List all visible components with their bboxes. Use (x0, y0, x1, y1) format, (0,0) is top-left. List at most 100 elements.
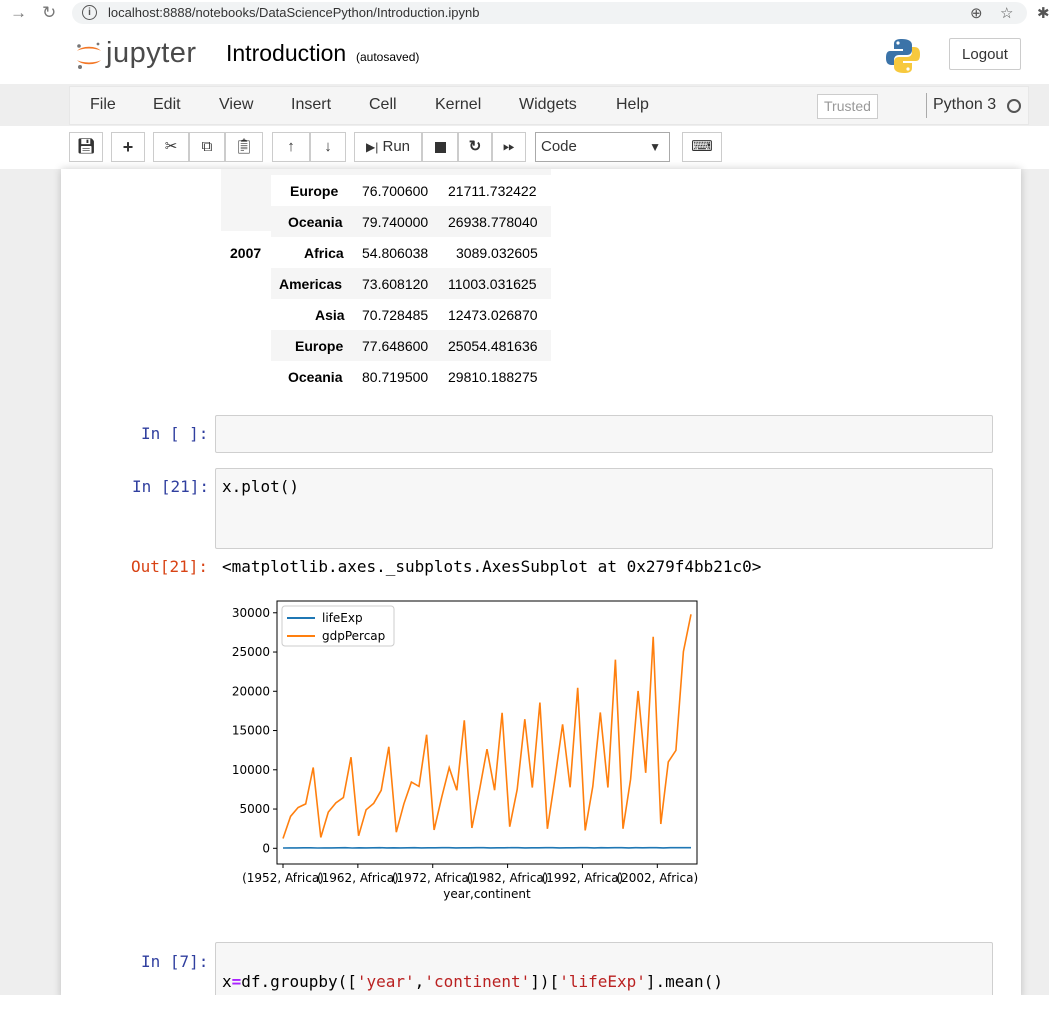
row-lifeexp: 70.728485 (362, 307, 429, 323)
cell-prompt: In [ ]: (141, 424, 209, 443)
bookmark-star-icon[interactable]: ☆ (1000, 4, 1013, 22)
y-tick-label: 25000 (232, 645, 270, 659)
move-down-button[interactable]: ↓ (310, 132, 346, 162)
save-icon: 💾︎ (76, 138, 96, 155)
code-token-string: 'lifeExp' (559, 972, 646, 991)
row-continent: Europe (290, 183, 339, 199)
menu-cell[interactable]: Cell (369, 96, 397, 114)
command-palette-button[interactable]: ⌨ (682, 132, 722, 162)
y-tick-label: 5000 (239, 802, 270, 816)
insert-cell-button[interactable]: + (111, 132, 145, 162)
code-cell-groupby[interactable]: x=df.groupby(['year','continent'])['life… (215, 942, 993, 999)
info-icon[interactable]: i (82, 5, 97, 20)
row-continent: Asia (315, 307, 345, 323)
kernel-name[interactable]: Python 3 (933, 96, 996, 114)
row-continent: Oceania (288, 214, 343, 230)
code-token-string: 'continent' (424, 972, 531, 991)
menu-widgets[interactable]: Widgets (519, 96, 577, 114)
code-line[interactable]: x=df.groupby(['year','continent'])['life… (222, 972, 723, 991)
notebook-container: Europe 76.700600 21711.732422 Oceania 79… (61, 169, 1021, 999)
jupyter-header: jupyter Introduction (autosaved) Logout (0, 30, 1049, 84)
y-tick-label: 15000 (232, 724, 270, 738)
extension-icon[interactable]: ✱ (1037, 4, 1049, 22)
cell-type-value: Code (541, 138, 577, 155)
legend-label: gdpPercap (322, 629, 385, 643)
autosave-status: (autosaved) (356, 50, 420, 64)
reload-icon[interactable]: ↻ (42, 3, 56, 23)
save-button[interactable]: 💾︎ (69, 132, 103, 162)
run-label: Run (382, 138, 411, 155)
index-cell-bg (221, 169, 271, 231)
legend-label: lifeExp (322, 611, 363, 625)
restart-run-all-button[interactable]: ⏩︎ (492, 132, 526, 162)
plus-icon: + (122, 137, 134, 157)
move-up-button[interactable]: ↑ (272, 132, 310, 162)
code-token: ].mean() (645, 972, 723, 991)
table-stripe (271, 169, 551, 175)
interrupt-button[interactable] (422, 132, 458, 162)
x-tick-label: (1992, Africa) (542, 871, 624, 885)
output-prompt: Out[21]: (131, 557, 209, 576)
dataframe-table: Europe 76.700600 21711.732422 Oceania 79… (61, 169, 1021, 394)
x-tick-label: (1972, Africa) (392, 871, 474, 885)
cut-button[interactable]: ✂ (153, 132, 189, 162)
row-gdppercap: 29810.188275 (448, 369, 538, 385)
fast-forward-icon: ⏩︎ (502, 138, 515, 155)
y-tick-label: 10000 (232, 763, 270, 777)
empty-code-cell[interactable] (215, 415, 993, 453)
cell-prompt: In [21]: (132, 477, 210, 496)
x-tick-label: (1982, Africa) (467, 871, 549, 885)
code-token: ])[ (530, 972, 560, 991)
jupyter-logo-text[interactable]: jupyter (106, 37, 197, 70)
code-cell-plot[interactable]: x.plot() (215, 468, 993, 549)
paste-button[interactable]: 📋︎ (225, 132, 263, 162)
row-gdppercap: 3089.032605 (456, 245, 538, 261)
row-gdppercap: 11003.031625 (448, 276, 537, 292)
restart-button[interactable]: ↻ (458, 132, 492, 162)
chevron-down-icon: ▼ (649, 140, 661, 154)
step-forward-icon: ▶︎| (365, 140, 379, 154)
copy-icon: ⧉ (201, 138, 213, 155)
jupyter-logo-icon[interactable] (74, 38, 104, 72)
stop-icon (434, 141, 446, 153)
notebook-title[interactable]: Introduction (226, 40, 346, 67)
taskbar-strip (0, 995, 1049, 1011)
zoom-icon[interactable]: ⊕ (970, 4, 983, 22)
browser-bar: → ↻ i localhost:8888/notebooks/DataScien… (0, 0, 1049, 30)
menu-insert[interactable]: Insert (291, 96, 331, 114)
trusted-indicator[interactable]: Trusted (817, 94, 878, 119)
paste-icon: 📋︎ (234, 138, 254, 155)
menu-view[interactable]: View (219, 96, 253, 114)
kernel-separator (926, 93, 927, 118)
code-token: x (222, 972, 232, 991)
arrow-up-icon: ↑ (287, 138, 295, 155)
row-continent: Africa (304, 245, 344, 261)
x-tick-label: (2002, Africa) (616, 871, 698, 885)
row-gdppercap: 12473.026870 (448, 307, 538, 323)
url-text[interactable]: localhost:8888/notebooks/DataSciencePyth… (108, 5, 479, 20)
row-lifeexp: 77.648600 (362, 338, 429, 354)
y-tick-label: 0 (262, 841, 270, 855)
line-chart: 0 5000 10000 15000 20000 25000 30000 (1952, Afr… (232, 600, 698, 901)
logout-button[interactable]: Logout (949, 38, 1021, 70)
address-bar[interactable]: i localhost:8888/notebooks/DataSciencePy… (72, 2, 1027, 24)
kernel-idle-icon (1007, 99, 1021, 113)
row-gdppercap: 26938.778040 (448, 214, 538, 230)
x-tick-label: (1962, Africa) (317, 871, 399, 885)
code-line[interactable]: x.plot() (222, 477, 299, 496)
menu-file[interactable]: File (90, 96, 116, 114)
restart-icon: ↻ (468, 138, 482, 155)
output-text: <matplotlib.axes._subplots.AxesSubplot a… (222, 557, 762, 576)
run-button[interactable]: ▶︎| Run (354, 132, 422, 162)
menu-edit[interactable]: Edit (153, 96, 181, 114)
row-continent: Europe (295, 338, 344, 354)
row-continent: Americas (279, 276, 343, 292)
back-arrow-icon[interactable]: → (10, 3, 27, 23)
menu-help[interactable]: Help (616, 96, 649, 114)
row-lifeexp: 73.608120 (362, 276, 429, 292)
row-gdppercap: 21711.732422 (448, 183, 537, 199)
code-token-operator: = (231, 972, 242, 991)
copy-button[interactable]: ⧉ (189, 132, 225, 162)
menu-kernel[interactable]: Kernel (435, 96, 481, 114)
cell-type-select[interactable]: Code ▼ (535, 132, 670, 162)
